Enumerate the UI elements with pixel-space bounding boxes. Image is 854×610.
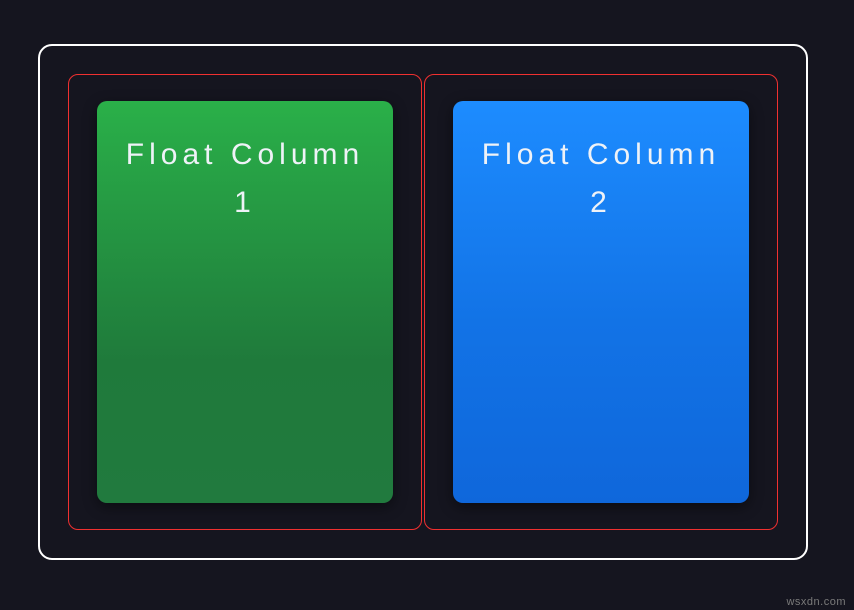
columns-wrapper: Float Column 1 Float Column 2	[68, 74, 778, 530]
column-cell-2: Float Column 2	[424, 74, 778, 530]
float-card-1: Float Column 1	[97, 101, 393, 503]
outer-container: Float Column 1 Float Column 2	[38, 44, 808, 560]
float-card-2-title: Float Column 2	[453, 131, 749, 227]
float-card-1-title: Float Column 1	[97, 131, 393, 227]
float-card-2: Float Column 2	[453, 101, 749, 503]
watermark: wsxdn.com	[786, 596, 846, 608]
column-cell-1: Float Column 1	[68, 74, 422, 530]
